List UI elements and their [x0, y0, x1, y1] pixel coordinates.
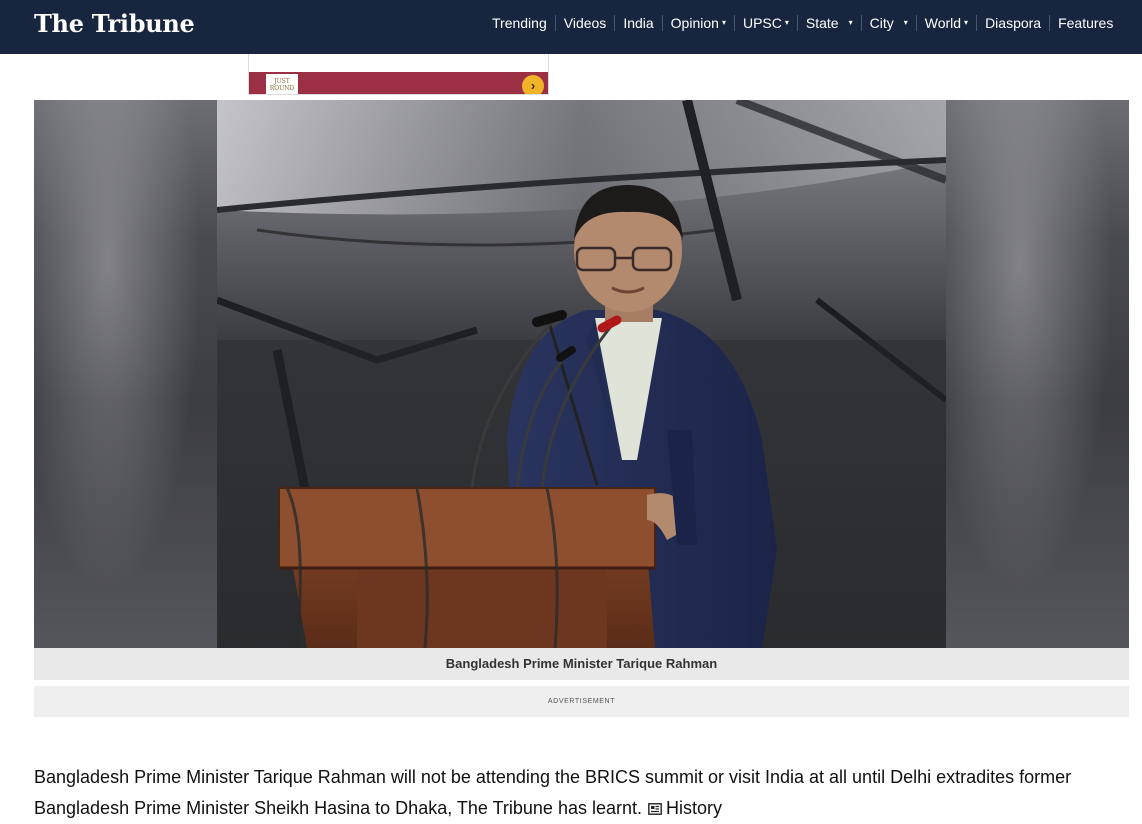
site-header: The Tribune Trending Videos India Opinio…: [0, 0, 1142, 54]
nav-opinion[interactable]: Opinion ▾: [661, 15, 734, 31]
nav-india[interactable]: India: [614, 15, 661, 31]
advertisement-label: ADVERTISEMENT: [34, 686, 1129, 717]
nav-label: UPSC: [742, 15, 782, 31]
nav-state[interactable]: State ▾: [796, 15, 861, 31]
article-lead-text: Bangladesh Prime Minister Tarique Rahman…: [34, 767, 1072, 818]
nav-upsc[interactable]: UPSC ▾: [733, 15, 797, 31]
nav-world[interactable]: World ▾: [915, 15, 976, 31]
top-ad-banner[interactable]: JUST ROUND ›: [248, 54, 549, 95]
chevron-down-icon: ▾: [903, 18, 908, 27]
nav-label: Diaspora: [985, 15, 1042, 31]
main-nav: Trending Videos India Opinion ▾ UPSC ▾ Sta…: [484, 0, 1121, 46]
nav-label: Opinion: [670, 15, 719, 31]
article-lead-paragraph: Bangladesh Prime Minister Tarique Rahman…: [34, 762, 1124, 824]
nav-label: State: [805, 15, 839, 31]
chevron-down-icon: ▾: [721, 18, 726, 27]
image-caption: Bangladesh Prime Minister Tarique Rahman: [34, 648, 1129, 680]
site-logo[interactable]: The Tribune: [34, 9, 195, 38]
nav-label: World: [924, 15, 962, 31]
nav-label: India: [623, 15, 654, 31]
image-blur-backdrop-right: [946, 100, 1129, 648]
nav-label: Features: [1058, 15, 1114, 31]
nav-features[interactable]: Features: [1049, 15, 1121, 31]
ad-next-arrow-icon[interactable]: ›: [522, 75, 544, 94]
chevron-down-icon: ▾: [784, 18, 789, 27]
ad-brand-logo: JUST ROUND: [266, 74, 298, 94]
image-blur-backdrop-left: [34, 100, 217, 648]
history-link-label: History: [666, 798, 723, 818]
nav-videos[interactable]: Videos: [554, 15, 615, 31]
article-hero-image: [34, 100, 1129, 648]
chevron-down-icon: ▾: [964, 18, 969, 27]
nav-city[interactable]: City ▾: [860, 15, 916, 31]
speaker-at-podium-photo: [217, 100, 946, 648]
nav-label: City: [869, 15, 894, 31]
chevron-down-icon: ▾: [848, 18, 853, 27]
nav-trending[interactable]: Trending: [484, 15, 555, 31]
newspaper-icon: [648, 803, 662, 815]
nav-label: Videos: [563, 15, 607, 31]
nav-label: Trending: [492, 15, 547, 31]
nav-diaspora[interactable]: Diaspora: [976, 15, 1049, 31]
history-link[interactable]: History: [642, 798, 722, 818]
